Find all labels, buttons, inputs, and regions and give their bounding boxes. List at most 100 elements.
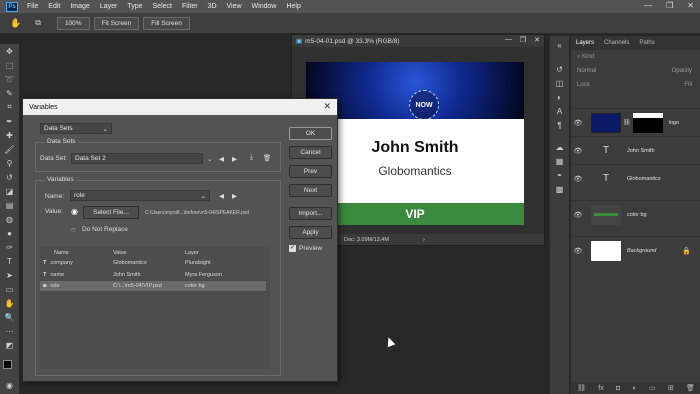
trash-icon[interactable]: 🗑: [263, 154, 271, 162]
pen-tool-icon[interactable]: ✑: [0, 240, 19, 254]
healing-brush-tool-icon[interactable]: ✚: [0, 128, 19, 142]
ok-button[interactable]: OK: [289, 127, 332, 140]
blur-tool-icon[interactable]: ◍: [0, 212, 19, 226]
layer-filter-kind[interactable]: Kind: [582, 54, 594, 60]
section-dropdown[interactable]: Data Sets ⌄: [40, 123, 112, 134]
rectangle-tool-icon[interactable]: ▭: [0, 282, 19, 296]
stamp-tool-icon[interactable]: ⚲: [0, 156, 19, 170]
cancel-button[interactable]: Cancel: [289, 146, 332, 159]
table-row[interactable]: Tname John Smith Myra Ferguson: [40, 269, 266, 281]
table-row-selected[interactable]: ◙ role C:\...\m5-04\VIP.psd color bg: [40, 280, 266, 292]
history-brush-tool-icon[interactable]: ↺: [0, 170, 19, 184]
layer-filter-row[interactable]: ⌕ Kind: [571, 50, 700, 64]
layer-john-smith[interactable]: 👁 T John Smith: [571, 136, 700, 164]
restore-icon[interactable]: ❐: [666, 1, 673, 10]
more-tools-icon[interactable]: ⋯: [0, 324, 19, 338]
table-row[interactable]: Tcompany Globomantics Pluralsight: [40, 258, 266, 270]
data-set-field[interactable]: Data Set 2: [71, 153, 203, 164]
crop-tool-icon[interactable]: ⌗: [0, 100, 19, 114]
brush-tool-icon[interactable]: 🖌: [0, 142, 19, 156]
select-file-radio[interactable]: ◉: [71, 207, 78, 216]
foreground-color-swatch[interactable]: [3, 360, 12, 369]
eyedropper-tool-icon[interactable]: ✒: [0, 114, 19, 128]
doc-close-icon[interactable]: ✕: [534, 36, 540, 44]
lasso-tool-icon[interactable]: ➰: [0, 72, 19, 86]
gradient-tool-icon[interactable]: ▤: [0, 198, 19, 212]
layer-globomantics[interactable]: 👁 T Globomantics: [571, 164, 700, 192]
tab-layers[interactable]: Layers: [571, 40, 599, 46]
adjustments-panel-icon[interactable]: ◐: [550, 90, 569, 104]
menu-layer[interactable]: Layer: [100, 3, 118, 10]
hand-tool-icon[interactable]: ✋: [0, 296, 19, 310]
menu-type[interactable]: Type: [127, 3, 142, 10]
fx-icon[interactable]: fx: [598, 385, 603, 392]
layer-color-bg[interactable]: 👁 color bg: [571, 200, 700, 228]
prev-button[interactable]: Prev: [289, 165, 332, 178]
prev-variable-icon[interactable]: ◀: [219, 192, 224, 200]
menu-help[interactable]: Help: [286, 3, 300, 10]
do-not-replace-radio[interactable]: ○: [71, 225, 76, 234]
tab-channels[interactable]: Channels: [599, 40, 634, 46]
layer-logo[interactable]: 👁 ⛓ logo: [571, 108, 700, 136]
marquee-tool-icon[interactable]: ⬚: [0, 58, 19, 72]
add-mask-icon[interactable]: ◘: [616, 385, 620, 392]
prev-dataset-icon[interactable]: ◀: [219, 155, 224, 163]
new-group-icon[interactable]: ▭: [649, 384, 656, 392]
next-variable-icon[interactable]: ▶: [232, 192, 237, 200]
type-tool-icon[interactable]: T: [0, 254, 19, 268]
variable-name-dropdown[interactable]: role ⌄: [70, 190, 210, 201]
doc-minimize-icon[interactable]: —: [505, 36, 512, 44]
minimize-icon[interactable]: —: [644, 1, 652, 10]
zoom-tool-icon[interactable]: 🔍: [0, 310, 19, 324]
zoom-100-button[interactable]: 100%: [56, 16, 90, 30]
new-layer-icon[interactable]: ⊞: [668, 384, 674, 392]
close-icon[interactable]: ✕: [323, 101, 331, 112]
fit-screen-button[interactable]: Fit Screen: [93, 16, 140, 30]
select-file-button[interactable]: Select File...: [83, 206, 139, 219]
preview-checkbox[interactable]: ✓: [289, 245, 296, 252]
apply-button[interactable]: Apply: [289, 226, 332, 239]
visibility-eye-icon[interactable]: 👁: [571, 247, 585, 255]
menu-file[interactable]: File: [27, 3, 38, 10]
adjustment-layer-icon[interactable]: ◐: [632, 385, 636, 392]
quick-select-tool-icon[interactable]: ✎: [0, 86, 19, 100]
properties-panel-icon[interactable]: ◫: [550, 76, 569, 90]
column-header-value[interactable]: Value: [110, 247, 182, 258]
path-select-tool-icon[interactable]: ➤: [0, 268, 19, 282]
hand-tool-icon[interactable]: ✋: [10, 18, 21, 29]
blend-mode-select[interactable]: Normal: [577, 68, 596, 74]
menu-select[interactable]: Select: [153, 3, 172, 10]
menu-image[interactable]: Image: [70, 3, 89, 10]
swatches-panel-icon[interactable]: ▦: [550, 154, 569, 168]
preview-checkbox-row[interactable]: ✓ Preview: [289, 245, 322, 252]
next-button[interactable]: Next: [289, 184, 332, 197]
history-panel-icon[interactable]: ↺: [550, 62, 569, 76]
text-panel-icon[interactable]: A: [550, 104, 569, 118]
link-layers-icon[interactable]: ⛓: [577, 384, 586, 392]
paragraph-panel-icon[interactable]: ¶: [550, 118, 569, 132]
import-button[interactable]: Import...: [289, 207, 332, 220]
layer-background[interactable]: 👁 Background 🔒: [571, 236, 700, 264]
quick-mask-icon[interactable]: ◉: [0, 378, 19, 392]
eraser-tool-icon[interactable]: ◪: [0, 184, 19, 198]
doc-restore-icon[interactable]: ❐: [520, 36, 526, 44]
close-icon[interactable]: ✕: [687, 1, 694, 10]
next-dataset-icon[interactable]: ▶: [232, 155, 237, 163]
libraries-panel-icon[interactable]: ☁: [550, 140, 569, 154]
column-header-layer[interactable]: Layer: [182, 247, 266, 258]
color-panel-icon[interactable]: ◓: [550, 168, 569, 182]
tab-paths[interactable]: Paths: [634, 40, 659, 46]
scroll-all-windows-icon[interactable]: ⧉: [35, 18, 41, 28]
dodge-tool-icon[interactable]: ●: [0, 226, 19, 240]
default-colors-icon[interactable]: ◩: [0, 338, 19, 352]
move-tool-icon[interactable]: ✥: [0, 44, 19, 58]
menu-3d[interactable]: 3D: [208, 3, 217, 10]
menu-view[interactable]: View: [227, 3, 242, 10]
visibility-eye-icon[interactable]: 👁: [571, 211, 585, 219]
visibility-eye-icon[interactable]: 👁: [571, 119, 585, 127]
chevron-down-icon[interactable]: ⌄: [207, 155, 212, 163]
fill-screen-button[interactable]: Fill Screen: [143, 16, 190, 30]
menu-window[interactable]: Window: [252, 3, 277, 10]
document-tab[interactable]: ▣ m5-04-01.psd @ 33.3% (RGB/8) — ❐ ✕: [292, 35, 544, 47]
collapse-panels-icon[interactable]: «: [550, 38, 569, 52]
